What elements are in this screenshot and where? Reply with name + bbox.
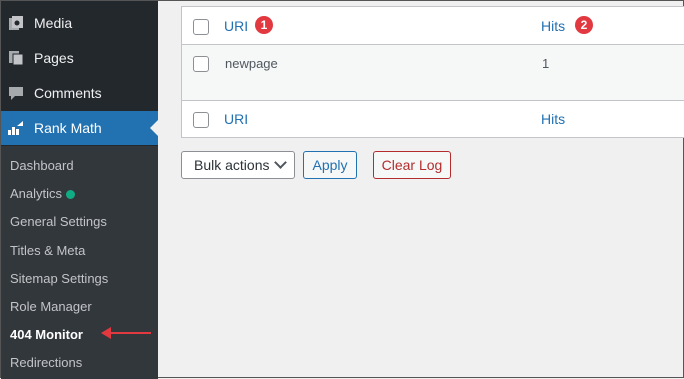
submenu-item-role-manager[interactable]: Role Manager	[10, 297, 92, 317]
status-dot-icon	[66, 190, 76, 200]
rank-math-icon	[8, 120, 24, 136]
rank-math-submenu: Dashboard Analytics General Settings Tit…	[1, 146, 158, 379]
cell-uri: newpage	[225, 56, 278, 71]
column-footer-hits[interactable]: Hits	[541, 111, 565, 127]
annotation-badge-1: 1	[255, 16, 273, 34]
apply-button[interactable]: Apply	[303, 151, 357, 179]
submenu-item-404-monitor[interactable]: 404 Monitor	[10, 325, 83, 345]
select-all-checkbox-footer[interactable]	[193, 112, 209, 128]
cell-hits: 1	[542, 56, 550, 71]
submenu-item-titles-meta[interactable]: Titles & Meta	[10, 241, 85, 261]
menu-label-rank-math: Rank Math	[34, 120, 102, 136]
bulk-actions-select[interactable]: Bulk actions	[181, 151, 295, 179]
submenu-item-analytics[interactable]: Analytics	[10, 184, 76, 204]
comments-icon	[8, 85, 24, 101]
column-footer-uri[interactable]: URI	[224, 111, 248, 127]
table-footer-row: URI Hits	[182, 101, 684, 138]
submenu-item-dashboard[interactable]: Dashboard	[10, 156, 74, 176]
menu-item-comments[interactable]: Comments	[1, 76, 158, 110]
submenu-item-sitemap-settings[interactable]: Sitemap Settings	[10, 269, 108, 289]
select-all-checkbox[interactable]	[193, 19, 209, 35]
chevron-down-icon	[274, 156, 287, 169]
submenu-item-general-settings[interactable]: General Settings	[10, 212, 107, 232]
menu-label-pages: Pages	[34, 50, 74, 66]
column-header-hits[interactable]: Hits	[541, 18, 565, 34]
menu-item-media[interactable]: Media	[1, 6, 158, 40]
table-header-row: URI 1 Hits 2	[182, 7, 684, 45]
menu-label-comments: Comments	[34, 85, 102, 101]
table-row: newpage 1	[182, 45, 684, 101]
menu-item-rank-math[interactable]: Rank Math	[1, 111, 158, 145]
media-icon	[8, 15, 24, 31]
submenu-item-redirections[interactable]: Redirections	[10, 353, 82, 373]
annotation-badge-2: 2	[575, 16, 593, 34]
clear-log-button[interactable]: Clear Log	[373, 151, 451, 179]
menu-item-pages[interactable]: Pages	[1, 41, 158, 75]
pages-icon	[8, 50, 24, 66]
menu-label-media: Media	[34, 15, 73, 31]
annotation-arrow-icon	[101, 327, 151, 339]
column-header-uri[interactable]: URI	[224, 18, 248, 34]
row-checkbox[interactable]	[193, 56, 209, 72]
404-log-table: URI 1 Hits 2 newpage 1 URI Hits	[181, 6, 684, 138]
admin-sidebar: Media Pages Comments Rank Math Dashboard…	[1, 1, 158, 379]
bulk-actions-label: Bulk actions	[194, 157, 270, 173]
